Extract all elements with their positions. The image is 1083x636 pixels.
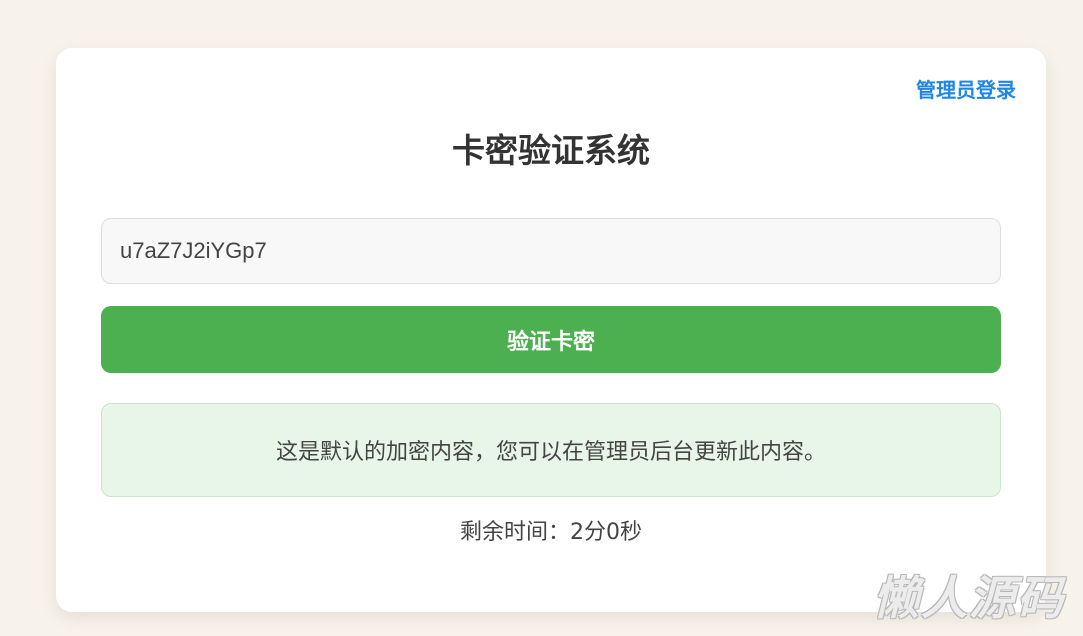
verify-key-button[interactable]: 验证卡密 bbox=[101, 306, 1001, 373]
remaining-time-text: 剩余时间：2分0秒 bbox=[460, 520, 642, 545]
page-title: 卡密验证系统 bbox=[452, 131, 650, 170]
decrypted-content-text: 这是默认的加密内容，您可以在管理员后台更新此内容。 bbox=[275, 440, 826, 465]
watermark-logo: 懒人源码 bbox=[873, 571, 1065, 625]
verification-card: 管理员登录 卡密验证系统 验证卡密 这是默认的加密内容，您可以在管理员后台更新此… bbox=[56, 48, 1046, 612]
decrypted-content-box: 这是默认的加密内容，您可以在管理员后台更新此内容。 bbox=[101, 403, 1001, 497]
card-key-input[interactable] bbox=[101, 218, 1001, 284]
admin-login-link[interactable]: 管理员登录 bbox=[916, 74, 1016, 103]
